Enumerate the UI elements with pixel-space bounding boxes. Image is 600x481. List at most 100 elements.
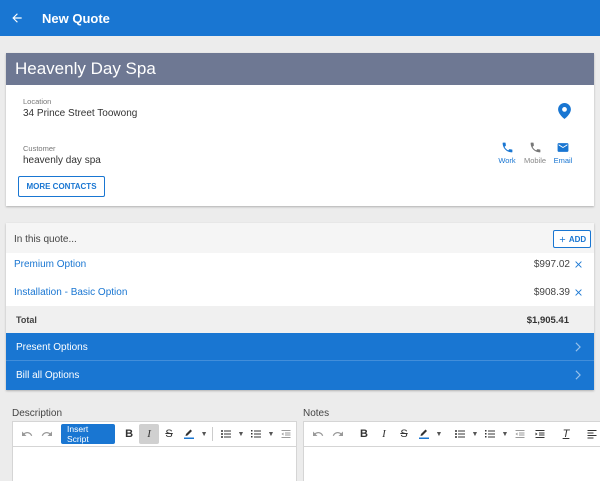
email-icon xyxy=(557,143,569,152)
contact-work-button[interactable]: Work xyxy=(493,141,521,165)
location-value: 34 Prince Street Toowong xyxy=(23,108,138,119)
add-option-button[interactable]: ADD xyxy=(553,230,591,248)
strikethrough-button[interactable]: S xyxy=(394,424,414,444)
strikethrough-button[interactable]: S xyxy=(159,424,179,444)
quote-item: Premium Option $997.02 xyxy=(6,251,594,277)
toolbar-divider xyxy=(212,427,213,441)
quote-heading: In this quote... xyxy=(14,234,77,245)
bullet-list-icon xyxy=(455,430,465,438)
chevron-down-icon[interactable]: ▼ xyxy=(266,424,276,444)
customer-field: Customer heavenly day spa xyxy=(23,144,101,166)
chevron-down-icon[interactable]: ▼ xyxy=(434,424,444,444)
quote-item-price: $908.39 xyxy=(533,287,570,298)
map-pin-button[interactable] xyxy=(558,103,571,122)
add-label: ADD xyxy=(568,234,587,244)
contact-email-label: Email xyxy=(553,156,573,165)
customer-name-header: Heavenly Day Spa xyxy=(6,53,594,85)
undo-button[interactable] xyxy=(308,424,328,444)
map-pin-icon xyxy=(558,103,571,119)
quote-header: In this quote... ADD xyxy=(6,223,594,253)
chevron-down-icon[interactable]: ▼ xyxy=(500,424,510,444)
highlight-button[interactable] xyxy=(414,424,434,444)
total-label: Total xyxy=(16,315,37,325)
italic-button[interactable]: I xyxy=(374,424,394,444)
numbered-list-button[interactable] xyxy=(480,424,500,444)
more-contacts-button[interactable]: MORE CONTACTS xyxy=(18,176,105,197)
description-editor: Insert Script B I S ▼ ▼ ▼ xyxy=(12,421,297,481)
location-field: Location 34 Prince Street Toowong xyxy=(23,97,137,119)
italic-icon: I xyxy=(382,428,386,440)
chevron-down-icon[interactable]: ▼ xyxy=(236,424,246,444)
bullet-list-button[interactable] xyxy=(450,424,470,444)
numbered-list-icon xyxy=(251,430,261,438)
quote-item-name[interactable]: Installation - Basic Option xyxy=(14,287,127,298)
phone-icon xyxy=(502,142,512,153)
quote-item-name[interactable]: Premium Option xyxy=(14,259,86,270)
quote-card: In this quote... ADD Premium Option $997… xyxy=(6,223,594,390)
chevron-right-icon xyxy=(574,369,582,383)
highlighter-icon xyxy=(184,429,195,439)
indent-icon xyxy=(535,430,545,438)
notes-label: Notes xyxy=(303,408,330,419)
arrow-left-icon xyxy=(12,13,22,23)
redo-icon xyxy=(41,431,52,436)
contact-mobile-label: Mobile xyxy=(523,156,547,165)
phone-icon xyxy=(530,142,540,153)
italic-button[interactable]: I xyxy=(139,424,160,444)
bold-icon: B xyxy=(125,428,134,440)
remove-item-button[interactable] xyxy=(573,259,584,273)
chevron-right-icon xyxy=(574,341,582,355)
total-value: $1,905.41 xyxy=(526,315,569,326)
bold-icon: B xyxy=(360,428,368,440)
undo-icon xyxy=(313,431,324,436)
redo-button[interactable] xyxy=(328,424,348,444)
outdent-icon xyxy=(515,430,525,438)
italic-icon: I xyxy=(147,428,151,440)
close-icon xyxy=(575,261,582,268)
undo-button[interactable] xyxy=(17,424,37,444)
total-row: Total $1,905.41 xyxy=(6,306,594,333)
outdent-icon xyxy=(281,430,291,438)
customer-label: Customer xyxy=(23,144,56,153)
chevron-down-icon[interactable]: ▼ xyxy=(199,424,209,444)
remove-item-button[interactable] xyxy=(573,287,584,301)
bill-all-options-row[interactable]: Bill all Options xyxy=(6,361,594,390)
clear-formatting-icon: T xyxy=(562,428,570,440)
contact-mobile-button[interactable]: Mobile xyxy=(521,141,549,165)
customer-card: Heavenly Day Spa Location 34 Prince Stre… xyxy=(6,53,594,206)
align-button[interactable] xyxy=(582,424,600,444)
notes-toolbar: B I S ▼ ▼ ▼ T xyxy=(304,422,600,447)
description-label: Description xyxy=(12,408,63,419)
close-icon xyxy=(575,289,582,296)
numbered-list-icon xyxy=(485,430,495,438)
redo-button[interactable] xyxy=(37,424,57,444)
clear-formatting-button[interactable]: T xyxy=(556,424,576,444)
quote-item-price: $997.02 xyxy=(533,259,570,270)
contact-email-button[interactable]: Email xyxy=(549,141,577,165)
numbered-list-button[interactable] xyxy=(246,424,266,444)
undo-icon xyxy=(22,431,33,436)
insert-script-button[interactable]: Insert Script xyxy=(61,424,116,444)
description-toolbar: Insert Script B I S ▼ ▼ ▼ xyxy=(13,422,296,447)
bold-button[interactable]: B xyxy=(354,424,374,444)
outdent-button[interactable] xyxy=(510,424,530,444)
redo-icon xyxy=(332,431,343,436)
location-label: Location xyxy=(23,97,52,106)
align-left-icon xyxy=(587,430,597,439)
strikethrough-icon: S xyxy=(165,428,173,440)
contact-work-label: Work xyxy=(498,156,516,165)
bullet-list-button[interactable] xyxy=(216,424,236,444)
highlighter-icon xyxy=(419,429,429,439)
bill-all-options-label: Bill all Options xyxy=(16,370,80,381)
present-options-row[interactable]: Present Options xyxy=(6,333,594,361)
outdent-button[interactable] xyxy=(276,424,296,444)
indent-button[interactable] xyxy=(530,424,550,444)
notes-editor: B I S ▼ ▼ ▼ T xyxy=(303,421,600,481)
chevron-down-icon[interactable]: ▼ xyxy=(470,424,480,444)
highlight-button[interactable] xyxy=(179,424,199,444)
app-bar: New Quote xyxy=(0,0,600,36)
back-button[interactable] xyxy=(0,0,34,36)
customer-value: heavenly day spa xyxy=(23,155,101,166)
quote-item: Installation - Basic Option $908.39 xyxy=(6,279,594,305)
bold-button[interactable]: B xyxy=(119,424,139,444)
